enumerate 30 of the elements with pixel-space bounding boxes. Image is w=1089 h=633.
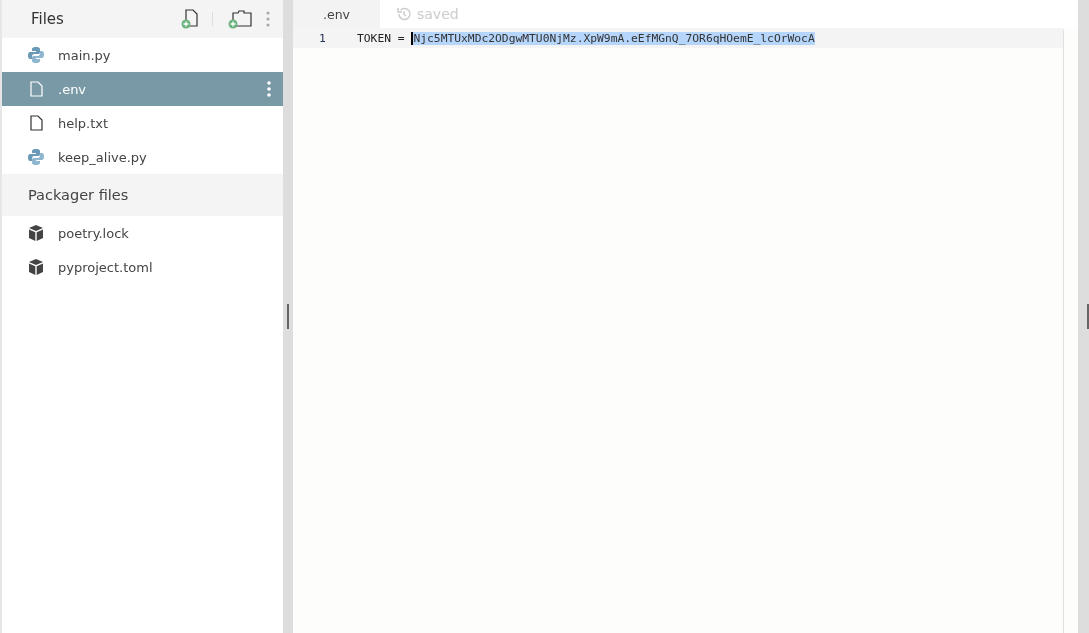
file-icon [27, 80, 45, 98]
python-icon [27, 46, 45, 64]
file-name: poetry.lock [58, 225, 129, 241]
resize-handle[interactable] [1087, 304, 1089, 329]
file-item[interactable]: poetry.lock [2, 216, 283, 250]
code-text: TOKEN = [357, 31, 406, 45]
new-folder-icon[interactable] [227, 8, 253, 30]
file-name: pyproject.toml [58, 259, 153, 275]
file-name: main.py [58, 47, 111, 63]
file-name: keep_alive.py [58, 149, 147, 165]
file-item[interactable]: pyproject.toml [2, 250, 283, 284]
selected-code-text: Njc5MTUxMDc2ODgwMTU0NjMz.XpW9mA.eEfMGnQ_7OR6qHOemE_lcOrWocA [411, 31, 815, 45]
files-title: Files [31, 10, 65, 28]
file-icon [27, 114, 45, 132]
more-icon[interactable] [265, 10, 271, 28]
box-icon [27, 258, 45, 276]
more-icon[interactable] [266, 80, 272, 98]
file-item[interactable]: help.txt [2, 106, 283, 140]
file-item[interactable]: main.py [2, 38, 283, 72]
box-icon [27, 224, 45, 242]
resize-handle[interactable] [287, 304, 289, 329]
file-name: .env [58, 81, 87, 97]
file-item[interactable]: keep_alive.py [2, 140, 283, 174]
python-icon [27, 148, 45, 166]
editor-tab[interactable]: .env [293, 0, 380, 28]
file-name: help.txt [58, 115, 109, 131]
new-file-icon[interactable] [180, 8, 200, 30]
history-icon [396, 6, 412, 22]
packager-title: Packager files [28, 187, 129, 203]
line-number: 1 [318, 31, 327, 45]
